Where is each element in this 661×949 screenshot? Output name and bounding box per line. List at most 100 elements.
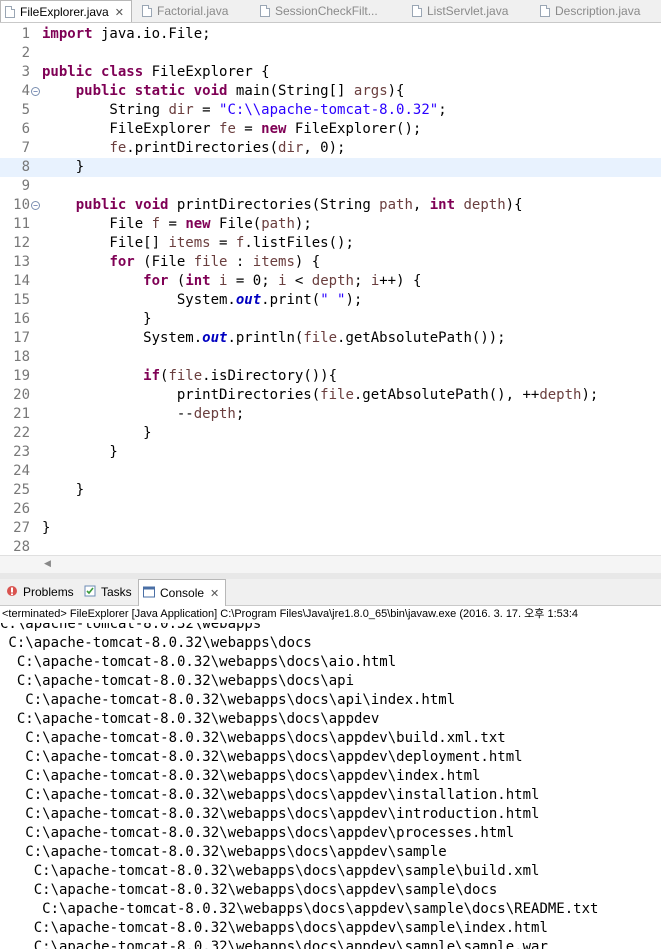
console-line: C:\apache-tomcat-8.0.32\webapps [0,623,262,632]
code-text: for (File file : items) { [109,254,321,270]
code-line[interactable]: 15 System.out.print(" "); [0,291,661,310]
code-text: } [42,520,51,536]
console-status: <terminated> FileExplorer [Java Applicat… [0,606,661,623]
code-text: } [42,311,152,327]
code-line[interactable]: 25 } [0,481,661,500]
line-number: 6 [21,121,30,137]
console-line: C:\apache-tomcat-8.0.32\webapps\docs\app… [0,901,599,917]
line-number: 1 [21,26,30,42]
line-number: 23 [13,444,30,460]
code-line[interactable]: 21 --depth; [0,405,661,424]
java-file-icon [260,5,270,17]
code-line[interactable]: 16 } [0,310,661,329]
tab-console[interactable]: Console ✕ [138,579,227,606]
line-number: 16 [13,311,30,327]
fold-collapse-icon[interactable]: − [31,87,40,96]
console-line: C:\apache-tomcat-8.0.32\webapps\docs\app… [0,749,523,765]
line-number: 13 [13,254,30,270]
code-text: for (int i = 0; i < depth; i++) { [143,273,422,289]
line-number: 12 [13,235,30,251]
console-line: C:\apache-tomcat-8.0.32\webapps\docs\app… [0,711,380,727]
code-text: } [42,425,152,441]
code-text: public void printDirectories(String path… [75,197,523,213]
code-text: FileExplorer fe = new FileExplorer(); [42,121,422,137]
scroll-left-icon[interactable]: ◀ [44,558,51,569]
code-line[interactable]: 3 public class FileExplorer { [0,63,661,82]
console-line: C:\apache-tomcat-8.0.32\webapps\docs\app… [0,863,540,879]
code-text: } [42,482,85,498]
line-number: 8 [21,159,30,175]
console-line: C:\apache-tomcat-8.0.32\webapps\docs\app… [0,768,481,784]
line-number: 24 [13,463,30,479]
line-number: 21 [13,406,30,422]
code-line[interactable]: 13 for (File file : items) { [0,253,661,272]
code-text: public static void main(String[] args){ [75,83,405,99]
code-text: if(file.isDirectory()){ [143,368,338,384]
tab-label: ListServlet.java [427,4,509,18]
console-line: C:\apache-tomcat-8.0.32\webapps\docs\app… [0,920,548,936]
tab-problems[interactable]: Problems [2,579,74,605]
code-text: public class FileExplorer { [42,64,270,80]
code-line[interactable]: 24 [0,462,661,481]
line-number: 4 [21,83,30,99]
console-line: C:\apache-tomcat-8.0.32\webapps\docs\app… [0,730,506,746]
tab-label: SessionCheckFilt... [275,4,378,18]
tab-factorial[interactable]: Factorial.java [138,0,228,22]
code-editor[interactable]: 1 import java.io.File; 2 3 public class File… [0,23,661,555]
line-number: 15 [13,292,30,308]
line-number: 20 [13,387,30,403]
code-line[interactable]: 10− public void printDirectories(String … [0,196,661,215]
code-line[interactable]: 11 File f = new File(path); [0,215,661,234]
tab-tasks[interactable]: Tasks [80,579,132,605]
tab-label: FileExplorer.java [20,5,109,19]
code-line[interactable]: 20 printDirectories(file.getAbsolutePath… [0,386,661,405]
code-line[interactable]: 7 fe.printDirectories(dir, 0); [0,139,661,158]
line-number: 19 [13,368,30,384]
code-line[interactable]: 22 } [0,424,661,443]
code-line[interactable]: 18 [0,348,661,367]
code-line[interactable]: 4− public static void main(String[] args… [0,82,661,101]
line-number: 11 [13,216,30,232]
close-icon[interactable]: ✕ [115,6,124,19]
code-text: printDirectories(file.getAbsolutePath(),… [42,387,599,403]
line-number: 26 [13,501,30,517]
code-line[interactable]: 17 System.out.println(file.getAbsolutePa… [0,329,661,348]
code-line[interactable]: 26 [0,500,661,519]
console-line: C:\apache-tomcat-8.0.32\webapps\docs\app… [0,844,447,860]
code-line[interactable]: 19 if(file.isDirectory()){ [0,367,661,386]
close-icon[interactable]: ✕ [210,587,219,600]
code-line[interactable]: 2 [0,44,661,63]
fold-collapse-icon[interactable]: − [31,201,40,210]
line-number: 2 [21,45,30,61]
code-text: String dir = "C:\\apache-tomcat-8.0.32"; [42,102,447,118]
console-output[interactable]: C:\apache-tomcat-8.0.32\webapps C:\apach… [0,623,661,949]
code-text: fe.printDirectories(dir, 0); [109,140,346,156]
code-text: --depth; [42,406,245,422]
tab-sessioncheckfilter[interactable]: SessionCheckFilt... [256,0,378,22]
editor-tab-bar: FileExplorer.java ✕ Factorial.java Sessi… [0,0,661,23]
tab-label: Factorial.java [157,4,229,18]
tab-label: Console [160,586,205,600]
console-line: C:\apache-tomcat-8.0.32\webapps\docs\app… [0,939,548,949]
tab-label: Description.java [555,4,641,18]
console-icon [142,585,156,602]
code-line[interactable]: 8 } [0,158,661,177]
code-line[interactable]: 9 [0,177,661,196]
line-number: 22 [13,425,30,441]
code-text: } [42,444,118,460]
code-line[interactable]: 1 import java.io.File; [0,25,661,44]
tab-fileexplorer[interactable]: FileExplorer.java ✕ [0,0,132,22]
code-line[interactable]: 23 } [0,443,661,462]
code-line[interactable]: 5 String dir = "C:\\apache-tomcat-8.0.32… [0,101,661,120]
line-number: 10 [13,197,30,213]
tab-listservlet[interactable]: ListServlet.java [408,0,508,22]
code-line[interactable]: 12 File[] items = f.listFiles(); [0,234,661,253]
console-line: C:\apache-tomcat-8.0.32\webapps\docs\app… [0,806,540,822]
tab-description[interactable]: Description.java [536,0,640,22]
editor-horizontal-scrollbar[interactable]: ◀ [0,555,661,573]
code-line[interactable]: 27} [0,519,661,538]
code-line[interactable]: 14 for (int i = 0; i < depth; i++) { [0,272,661,291]
console-line: C:\apache-tomcat-8.0.32\webapps\docs\aio… [0,654,397,670]
line-number: 7 [21,140,30,156]
code-line[interactable]: 6 FileExplorer fe = new FileExplorer(); [0,120,661,139]
